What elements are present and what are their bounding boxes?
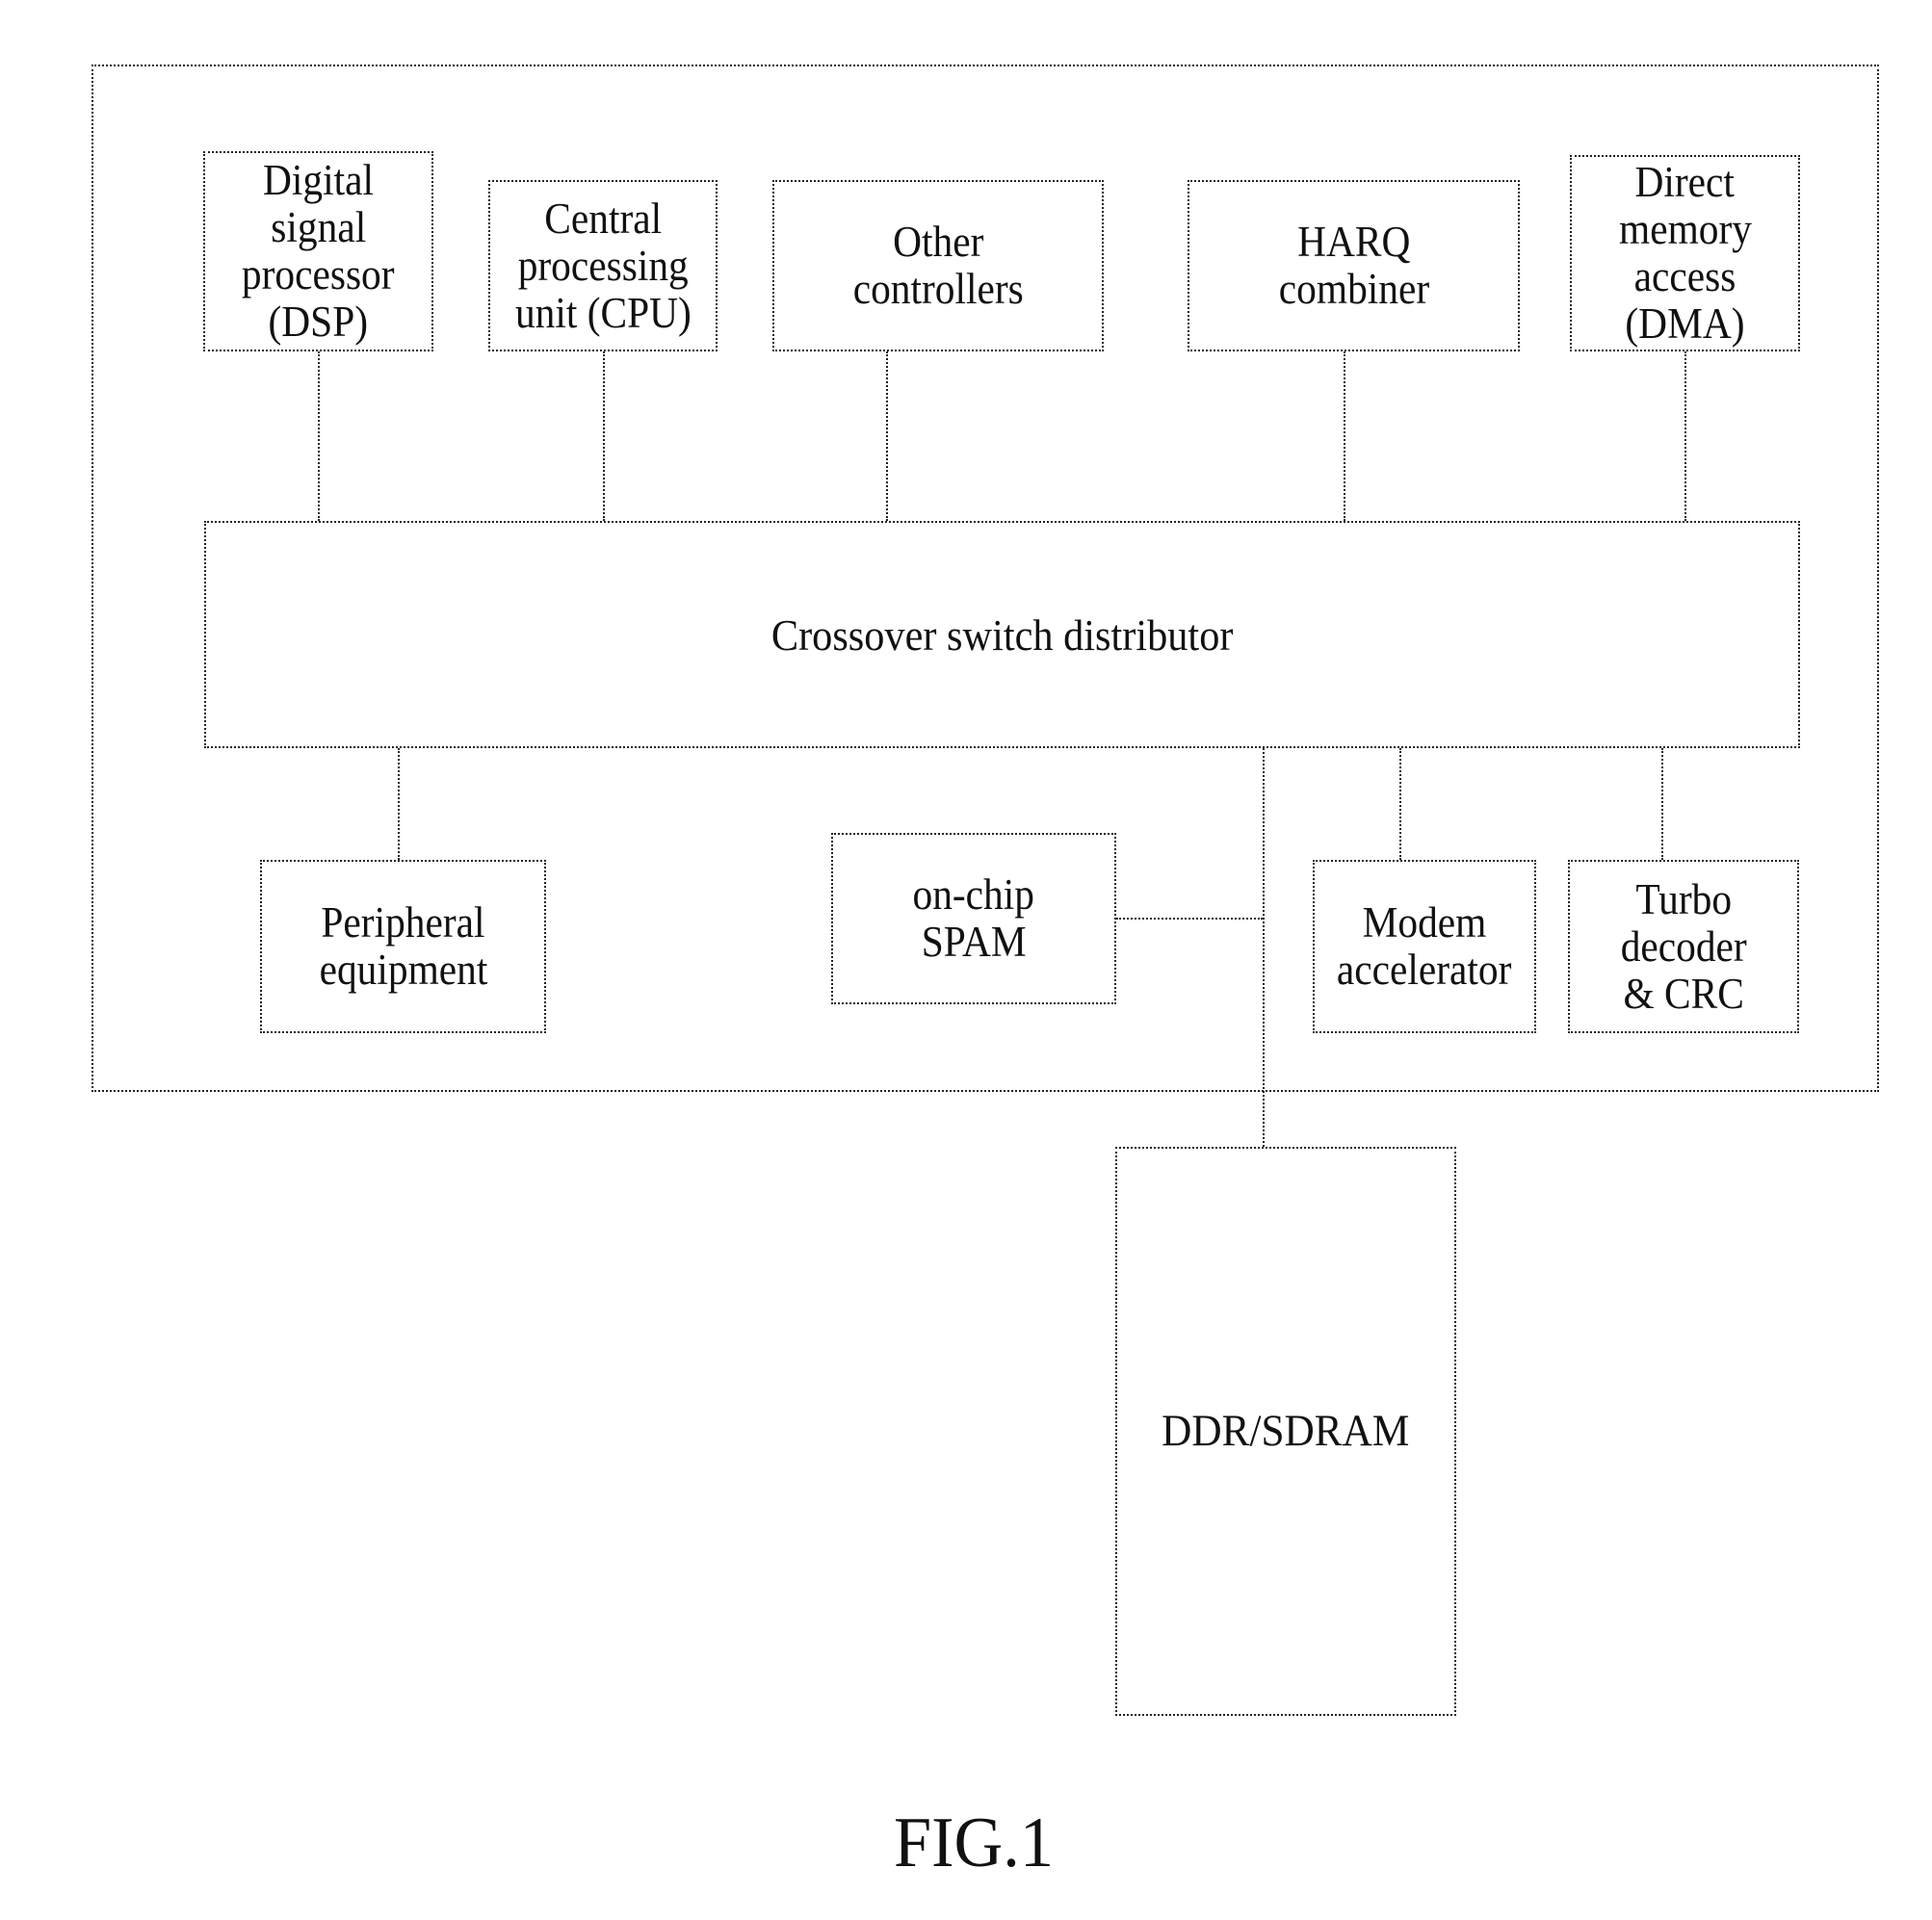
block-dsp-label-line: Digital [262,156,374,204]
figure-caption: FIG.1 [893,1803,1055,1882]
connector-harq-crossover [1344,351,1345,521]
block-other-controllers-label-line: controllers [852,265,1024,313]
connector-crossover-ddr [1263,748,1265,1147]
block-sram-label-line: on-chip [912,870,1035,919]
block-dma-label-line: (DMA) [1625,299,1745,348]
block-harq-combiner: HARQ combiner [1188,180,1520,351]
block-harq-label-line: combiner [1278,265,1429,313]
connector-dma-crossover [1684,351,1686,521]
block-turbo-label-line: decoder [1620,921,1747,971]
connector-crossover-peripheral [398,748,400,860]
block-modem-label-line: Modem [1362,898,1487,947]
connector-dsp-crossover [318,351,320,521]
block-dsp-label-line: processor [242,250,395,298]
block-turbo-label-line: & CRC [1623,969,1744,1018]
block-peripheral-label-line: Peripheral [321,898,485,947]
connector-cpu-crossover [603,351,605,521]
block-peripheral-label-line: equipment [319,946,487,994]
block-dsp-label-line: signal [271,203,366,251]
block-ddr-sdram: DDR/SDRAM [1115,1147,1456,1716]
block-sram-label-line: SPAM [921,918,1027,966]
block-turbo-label-line: Turbo [1635,874,1732,923]
block-cpu-label-line: Central [544,194,662,243]
block-harq-label-line: HARQ [1296,218,1411,266]
block-on-chip-sram: on-chip SPAM [831,833,1116,1004]
block-peripheral-equipment: Peripheral equipment [260,860,546,1033]
connector-sram-bus [1116,918,1263,920]
block-dma-label-line: access [1633,252,1736,300]
block-dma: Direct memory access (DMA) [1570,155,1800,351]
block-ddr-label: DDR/SDRAM [1162,1406,1410,1456]
block-cpu-label-line: processing [517,241,689,290]
block-crossover-switch-distributor: Crossover switch distributor [204,521,1800,748]
block-other-controllers-label-line: Other [892,218,984,266]
connector-crossover-turbo [1661,748,1663,860]
block-dma-label-line: Direct [1634,158,1736,206]
block-turbo-decoder-crc: Turbo decoder & CRC [1568,860,1799,1033]
block-dsp: Digital signal processor (DSP) [203,151,433,351]
block-crossover-label: Crossover switch distributor [770,610,1234,660]
connector-crossover-modem [1399,748,1401,860]
connector-other-controllers-crossover [886,351,888,521]
block-other-controllers: Other controllers [772,180,1104,351]
block-dma-label-line: memory [1618,205,1752,253]
block-dsp-label-line: (DSP) [268,298,369,346]
block-cpu: Central processing unit (CPU) [488,180,718,351]
block-modem-label-line: accelerator [1337,946,1512,994]
block-cpu-label-line: unit (CPU) [514,288,692,337]
block-modem-accelerator: Modem accelerator [1313,860,1536,1033]
